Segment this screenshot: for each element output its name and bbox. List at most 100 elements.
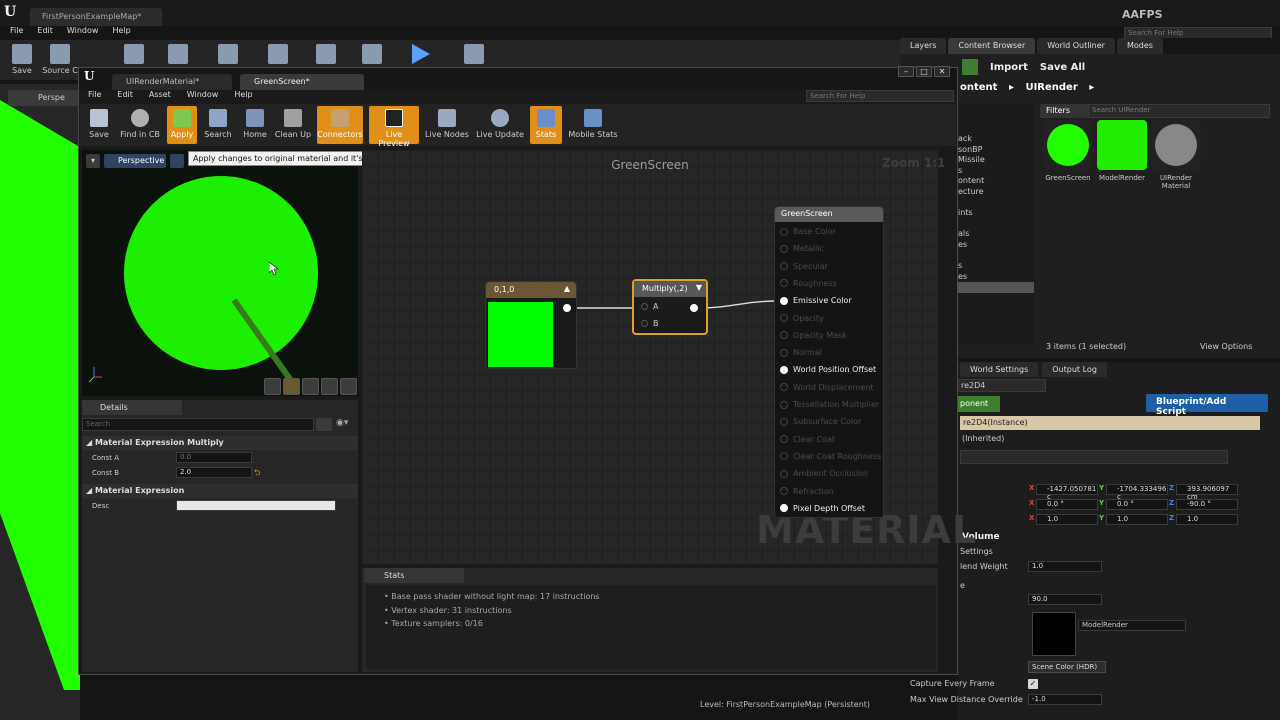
material-help-search[interactable]: Search For Help [806,90,954,102]
mobile-stats-button[interactable]: Mobile Stats [567,106,619,144]
close-icon[interactable]: ✕ [934,66,950,77]
build-toolbar-icon[interactable] [356,44,388,66]
blueprint-add-script-button[interactable]: Blueprint/Add Script [1146,394,1268,417]
collapse-node-icon[interactable]: ▼ [696,283,702,292]
result-pin-row[interactable]: Tessellation Multiplier [780,400,879,409]
pin-icon[interactable] [780,400,788,409]
menu-help[interactable]: Help [112,26,130,40]
menu-file[interactable]: File [88,90,101,104]
folder-item[interactable]: s [958,166,1034,177]
location-x-field[interactable]: -1427.050781 c [1036,484,1098,501]
live-update-button[interactable]: Live Update [476,106,524,144]
tab-details[interactable]: Details [82,400,182,415]
menu-asset[interactable]: Asset [149,90,171,104]
constant-node-header[interactable]: 0,1,0 ▲ [486,282,576,298]
cube-shape-icon[interactable] [321,378,338,395]
add-component-button[interactable]: ponent [958,396,1000,412]
pin-icon[interactable] [780,331,788,340]
result-pin-row[interactable]: Roughness [780,279,837,288]
pin-icon[interactable] [780,383,788,392]
grid-view-icon[interactable] [316,418,332,431]
actor-name-field[interactable]: re2D4 [958,379,1046,392]
perspective-button[interactable]: Perspective [104,154,166,168]
main-save-button[interactable]: Save [6,44,38,75]
pin-icon[interactable] [780,244,788,253]
result-pin-row[interactable]: Clear Coat [780,435,835,444]
location-y-field[interactable]: -1704.333496 c [1106,484,1168,501]
plane-shape-icon[interactable] [302,378,319,395]
component-inherited-row[interactable]: (Inherited) [962,434,1004,443]
main-source-button[interactable]: Source C [42,44,78,75]
tab-stats[interactable]: Stats [364,568,464,583]
breadcrumb-content[interactable]: ontent [960,82,997,93]
tab-world-settings[interactable]: World Settings [960,362,1039,377]
tab-layers[interactable]: Layers [900,38,947,54]
result-pin-row[interactable]: Subsurface Color [780,417,861,426]
pin-icon[interactable] [780,469,788,478]
result-pin-row[interactable]: Ambient Occlusion [780,469,868,478]
folder-item[interactable]: ecture [958,187,1034,198]
pin-icon[interactable] [780,435,788,444]
texture-target-dropdown[interactable]: ModelRender [1078,620,1186,631]
menu-window[interactable]: Window [67,26,99,40]
tab-world-outliner[interactable]: World Outliner [1037,38,1115,54]
menu-window[interactable]: Window [187,90,219,104]
output-pin[interactable] [563,304,571,312]
tab-content-browser[interactable]: Content Browser [948,38,1036,54]
details-search-input[interactable] [960,450,1228,464]
result-pin-row[interactable]: Opacity [780,314,824,323]
input-pin-a[interactable] [641,303,648,310]
launch-toolbar-icon[interactable] [458,44,490,66]
import-button[interactable]: Import [990,62,1028,73]
result-pin-row[interactable]: Base Color [780,227,836,236]
clean-up-button[interactable]: Clean Up [274,106,312,144]
result-pin-row[interactable]: Emissive Color [780,296,852,305]
view-mode-icon[interactable] [170,154,184,168]
live-preview-button[interactable]: Live Preview [369,106,419,148]
pin-icon[interactable] [780,314,788,322]
folder-item[interactable]: sonBP [958,145,1034,156]
desc-field[interactable] [176,500,336,511]
folder-item[interactable] [958,219,1034,230]
pin-icon[interactable] [780,227,788,236]
minimize-icon[interactable]: – [898,66,914,77]
menu-help[interactable]: Help [234,90,252,104]
tab-output-log[interactable]: Output Log [1042,362,1107,377]
connected-pin-icon[interactable] [780,296,788,305]
maximize-icon[interactable]: □ [916,66,932,77]
pin-icon[interactable] [780,452,788,461]
add-new-button[interactable] [962,59,978,75]
marketplace-toolbar-icon[interactable] [162,44,194,66]
fov-field[interactable]: 90.0 [1028,594,1102,605]
content-toolbar-icon[interactable] [118,44,150,66]
live-nodes-button[interactable]: Live Nodes [425,106,469,144]
scale-x-field[interactable]: 1.0 [1036,514,1098,525]
apply-button[interactable]: Apply [167,106,197,144]
details-search-input[interactable]: Search [82,418,314,431]
cylinder-shape-icon[interactable] [264,378,281,395]
pin-icon[interactable] [780,262,788,271]
find-in-cb-button[interactable]: Find in CB [118,106,162,144]
save-all-button[interactable]: Save All [1040,62,1085,73]
rotation-x-field[interactable]: 0.0 ° [1036,499,1098,510]
pin-icon[interactable] [780,417,788,426]
rotation-y-field[interactable]: 0.0 ° [1106,499,1168,510]
pin-icon[interactable] [780,348,788,357]
tab-uirender-material[interactable]: UIRenderMaterial* [112,74,232,90]
stats-button[interactable]: Stats [530,106,562,144]
asset-modelrender[interactable]: ModelRender [1096,120,1148,182]
custom-mesh-icon[interactable] [340,378,357,395]
menu-file[interactable]: File [10,26,23,40]
section-expression-multiply[interactable]: ◢ Material Expression Multiply [82,436,358,450]
search-button[interactable]: Search [202,106,234,144]
const-b-field[interactable]: 2.0 [176,467,252,478]
folder-item[interactable] [958,282,1034,293]
capture-source-dropdown[interactable]: Scene Color (HDR) [1028,661,1106,673]
viewport-options-icon[interactable]: ▾ [86,154,100,168]
pin-icon[interactable] [780,487,788,495]
settings-toolbar-icon[interactable] [212,44,244,66]
main-level-tab[interactable]: FirstPersonExampleMap* [30,8,162,26]
folder-item[interactable]: Missile [958,155,1034,166]
folder-item[interactable]: ints [958,208,1034,219]
location-z-field[interactable]: 393.906097 cm [1176,484,1238,501]
